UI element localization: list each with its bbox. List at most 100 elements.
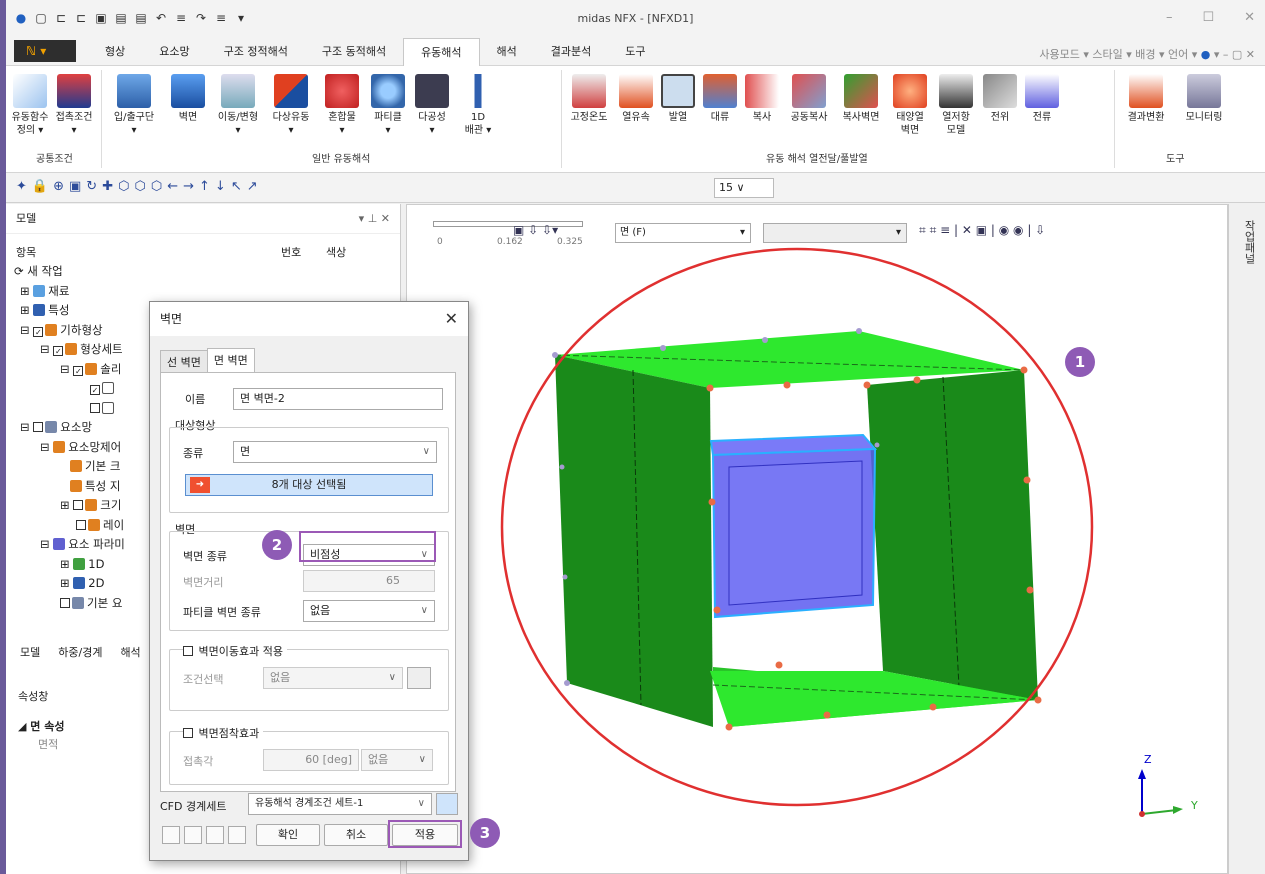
tab-analysis[interactable]: 해석 [480, 38, 534, 66]
tree-item-shapeset[interactable]: ⊟ ✓ 형상세트 [14, 340, 125, 360]
tree-item-geometry[interactable]: ⊟ ✓ 기하형상 [14, 321, 125, 341]
solar-wall-button[interactable]: 태양열 벽면 [888, 74, 932, 137]
cfd-set-button[interactable] [436, 793, 458, 815]
convection-button[interactable]: 대류 [700, 74, 740, 124]
tree-item-basic-size[interactable]: 기본 크 [14, 457, 125, 477]
ok-button[interactable]: 확인 [256, 824, 320, 846]
arrow-down-icon[interactable]: ↓ [215, 179, 226, 194]
mixture-button[interactable]: 혼합물 ▾ [320, 74, 364, 137]
particle-wall-select[interactable]: 없음 [303, 600, 435, 622]
heat-flux-button[interactable]: 열유속 [616, 74, 656, 124]
wall-button[interactable]: 벽면 [166, 74, 210, 124]
tree-item-solid-1[interactable]: ✓ [14, 379, 125, 399]
tree-item-material[interactable]: ⊞ 재료 [14, 282, 125, 302]
pan-icon[interactable]: ✚ [102, 179, 113, 194]
tree-item-solid-2[interactable] [14, 399, 125, 419]
tab-tools[interactable]: 도구 [608, 38, 662, 66]
tree-item-2d[interactable]: ⊞ 2D [14, 574, 125, 594]
tree-item-basic-elem[interactable]: 기본 요 [14, 594, 125, 614]
potential-button[interactable]: 전위 [980, 74, 1020, 124]
condition-select[interactable]: 없음 [263, 667, 403, 689]
tab-model[interactable]: 모델 [16, 640, 44, 664]
result-convert-button[interactable]: 결과변환 [1118, 74, 1174, 124]
dialog-close-button[interactable]: ✕ [445, 302, 458, 336]
eraser-icon[interactable] [184, 826, 202, 844]
particle-button[interactable]: 파티클 ▾ [366, 74, 410, 137]
rotate-icon[interactable]: ↻ [86, 179, 97, 194]
tab-static[interactable]: 구조 정적해석 [207, 38, 305, 66]
condition-edit-button[interactable] [407, 667, 431, 689]
target-group-box [169, 427, 449, 513]
work-panel-sidebar[interactable]: 작업패널 [1228, 204, 1265, 874]
move-deform-button[interactable]: 이동/변형 ▾ [212, 74, 264, 137]
tree-item-mesh-control[interactable]: ⊟ 요소망제어 [14, 438, 125, 458]
tab-face-wall[interactable]: 면 벽면 [206, 348, 255, 373]
type-select[interactable]: 면 [233, 441, 437, 463]
arrow-left-icon[interactable]: ← [167, 179, 178, 194]
lock-icon[interactable]: 🔒 [32, 179, 48, 194]
maximize-button[interactable]: ☐ [1202, 10, 1214, 25]
cancel-button[interactable]: 취소 [324, 824, 388, 846]
tree-item-mesh[interactable]: ⊟ 요소망 [14, 418, 125, 438]
particle-wall-label: 파티클 벽면 종류 [183, 606, 261, 619]
name-field[interactable]: 면 벽면-2 [233, 388, 443, 410]
monitoring-button[interactable]: 모니터링 [1176, 74, 1232, 124]
table-icon[interactable] [162, 826, 180, 844]
current-button[interactable]: 전류 [1022, 74, 1062, 124]
view-front-icon[interactable]: ⬡ [134, 179, 145, 194]
magnify-icon[interactable] [228, 826, 246, 844]
tree-item-layer[interactable]: 레이 [14, 516, 125, 536]
cavity-radiation-button[interactable]: 공동복사 [784, 74, 834, 124]
tree-item-1d[interactable]: ⊞ 1D [14, 555, 125, 575]
tree-item-new-job[interactable]: ⟳ 새 작업 [14, 262, 125, 282]
tab-results[interactable]: 결과분석 [534, 38, 608, 66]
porous-button[interactable]: 다공성 ▾ [410, 74, 454, 137]
zoom-window-icon[interactable]: ▣ [69, 179, 81, 194]
tree-item-solid[interactable]: ⊟ ✓ 솔리 [14, 360, 125, 380]
pipe-1d-button[interactable]: 1D 배관 ▾ [456, 74, 500, 137]
minimize-button[interactable]: – [1166, 10, 1173, 25]
tree-item-elem-param[interactable]: ⊟ 요소 파라미 [14, 535, 125, 555]
tab-dynamic[interactable]: 구조 동적해석 [305, 38, 403, 66]
heat-gen-button[interactable]: 발열 [658, 74, 698, 124]
inlet-outlet-button[interactable]: 입/출구단 ▾ [106, 74, 162, 137]
multiphase-button[interactable]: 다상유동 ▾ [266, 74, 316, 137]
rotation-step-select[interactable]: 15 ∨ [714, 178, 774, 198]
tab-shape[interactable]: 형상 [88, 38, 142, 66]
help-icon[interactable] [206, 826, 224, 844]
axis-triad [1138, 769, 1183, 817]
thermal-resistance-button[interactable]: 열저항 모델 [934, 74, 978, 137]
contact-condition-button[interactable]: 접촉조건 ▾ [52, 74, 96, 137]
cfd-set-select[interactable]: 유동해석 경계조건 세트-1 [248, 793, 432, 815]
model-viewport[interactable]: 0 0.162 0.325 ▣ ⇩ ⇩▾ 면 (F) ▾ ▾ ⌗ ⌗ ≡ | ✕ … [406, 204, 1228, 874]
arrow-ne-icon[interactable]: ↗ [247, 179, 258, 194]
tab-analysis-panel[interactable]: 해석 [116, 640, 144, 664]
wall-distance-field[interactable]: 65 [303, 570, 435, 592]
tree-item-property[interactable]: ⊞ 특성 [14, 301, 125, 321]
view-iso-icon[interactable]: ⬡ [118, 179, 129, 194]
file-menu-button[interactable]: ℕ ▾ [14, 40, 76, 62]
adhesion-checkbox[interactable]: 벽면점착효과 [183, 725, 264, 741]
right-menu[interactable]: 사용모드 ▾ 스타일 ▾ 배경 ▾ 언어 ▾ ● ▾ – ▢ ✕ [1039, 46, 1255, 62]
tab-load-bc[interactable]: 하중/경계 [54, 640, 106, 664]
select-target-button[interactable]: ➜ 8개 대상 선택됨 [185, 474, 433, 496]
contact-angle-cond-select[interactable]: 없음 [361, 749, 433, 771]
tree-item-size[interactable]: ⊞ 크기 [14, 496, 125, 516]
arrow-up-icon[interactable]: ↑ [199, 179, 210, 194]
radiation-wall-button[interactable]: 복사벽면 [836, 74, 886, 124]
tab-cfd[interactable]: 유동해석 [403, 38, 480, 66]
flow-function-button[interactable]: 유동함수 정의 ▾ [10, 74, 50, 137]
radiation-button[interactable]: 복사 [742, 74, 782, 124]
arrow-nw-icon[interactable]: ↖ [231, 179, 242, 194]
fixed-temp-button[interactable]: 고정온도 [564, 74, 614, 124]
tree-item-feature[interactable]: 특성 지 [14, 477, 125, 497]
view-top-icon[interactable]: ⬡ [151, 179, 162, 194]
close-window-button[interactable]: ✕ [1244, 10, 1255, 25]
moving-wall-checkbox[interactable]: 벽면이동효과 적용 [183, 643, 287, 659]
zoom-icon[interactable]: ⊕ [53, 179, 64, 194]
pick-icon[interactable]: ✦ [16, 179, 27, 194]
contact-angle-field[interactable]: 60 [deg] [263, 749, 359, 771]
arrow-right-icon[interactable]: → [183, 179, 194, 194]
tab-mesh[interactable]: 요소망 [142, 38, 206, 66]
panel-controls[interactable]: ▾ ⊥ ✕ [359, 204, 390, 234]
